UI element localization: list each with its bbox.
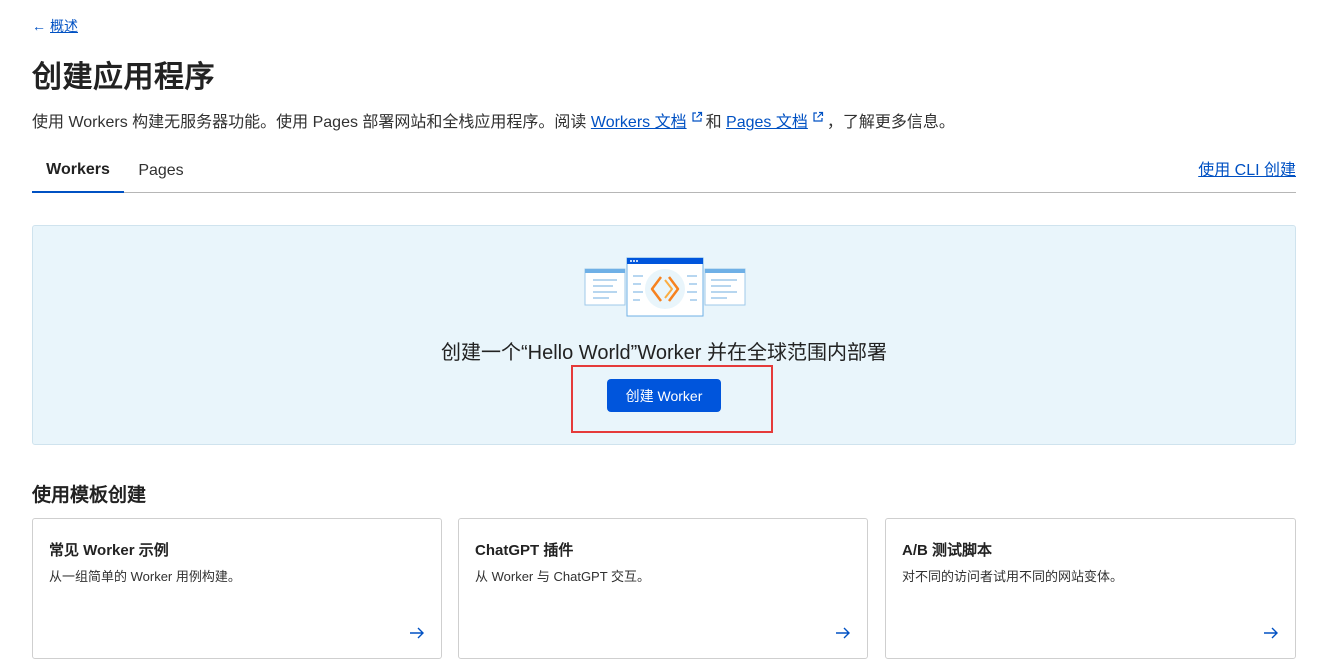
template-card-title: A/B 测试脚本 (902, 542, 993, 559)
template-card-chatgpt-plugin[interactable]: ChatGPT 插件 从 Worker 与 ChatGPT 交互。 (458, 518, 868, 659)
external-link-icon (691, 111, 702, 122)
arrow-right-icon (410, 627, 424, 639)
templates-section-title: 使用模板创建 (32, 485, 147, 506)
workers-code-illustration (584, 257, 746, 317)
template-card-description: 对不同的访问者试用不同的网站变体。 (902, 569, 1124, 584)
arrow-right-icon (836, 627, 850, 639)
page-description: 使用 Workers 构建无服务器功能。使用 Pages 部署网站和全栈应用程序… (32, 108, 955, 132)
create-with-cli-link[interactable]: 使用 CLI 创建 (1198, 156, 1296, 180)
arrow-left-icon: ← (32, 18, 46, 34)
tab-workers[interactable]: Workers (32, 148, 124, 193)
template-card-ab-test-script[interactable]: A/B 测试脚本 对不同的访问者试用不同的网站变体。 (885, 518, 1296, 659)
tab-bar: Workers Pages 使用 CLI 创建 (32, 148, 1296, 193)
back-link-overview[interactable]: ← 概述 (32, 16, 78, 36)
description-suffix: ，了解更多信息。 (826, 114, 955, 131)
external-link-icon (813, 111, 823, 122)
template-card-common-worker-examples[interactable]: 常见 Worker 示例 从一组简单的 Worker 用例构建。 (32, 518, 442, 659)
page-title: 创建应用程序 (32, 61, 215, 94)
template-card-description: 从一组简单的 Worker 用例构建。 (49, 569, 241, 584)
tab-pages[interactable]: Pages (124, 148, 198, 193)
template-card-title: 常见 Worker 示例 (49, 542, 169, 559)
arrow-right-icon (1264, 627, 1278, 639)
hello-world-hero: 创建一个“Hello World”Worker 并在全球范围内部署 创建 Wor… (32, 225, 1296, 445)
description-and: 和 (705, 114, 727, 131)
workers-docs-link[interactable]: Workers 文档 (591, 114, 687, 131)
template-card-title: ChatGPT 插件 (475, 542, 574, 559)
template-card-description: 从 Worker 与 ChatGPT 交互。 (475, 569, 651, 584)
back-link-label: 概述 (50, 18, 78, 34)
description-prefix: 使用 Workers 构建无服务器功能。使用 Pages 部署网站和全栈应用程序… (32, 114, 591, 131)
create-worker-button[interactable]: 创建 Worker (607, 379, 721, 412)
pages-docs-link[interactable]: Pages 文档 (726, 114, 808, 131)
hero-headline: 创建一个“Hello World”Worker 并在全球范围内部署 (441, 342, 887, 364)
